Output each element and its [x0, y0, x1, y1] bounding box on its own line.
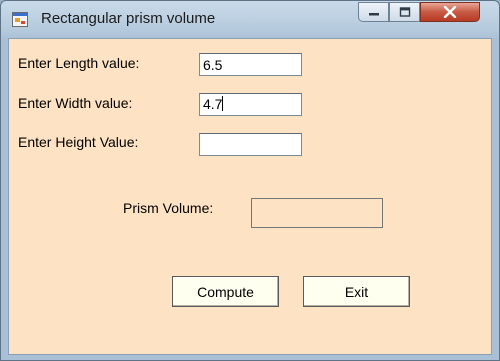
form-area: Enter Length value: Enter Width value: 4… — [8, 38, 492, 355]
volume-output — [251, 198, 383, 228]
width-input[interactable]: 4.7 — [199, 93, 302, 116]
close-button[interactable] — [420, 2, 480, 22]
app-window: Rectangular prism volume Enter Length va… — [0, 0, 500, 361]
maximize-icon — [399, 7, 410, 17]
minimize-button[interactable] — [358, 2, 389, 22]
text-caret — [222, 96, 224, 111]
width-input-value: 4.7 — [203, 96, 223, 112]
window-title: Rectangular prism volume — [41, 10, 216, 27]
height-label: Enter Height Value: — [18, 134, 139, 150]
volume-label: Prism Volume: — [123, 200, 214, 216]
length-input[interactable] — [199, 53, 302, 76]
exit-button[interactable]: Exit — [303, 276, 410, 307]
app-icon — [12, 12, 28, 27]
maximize-button[interactable] — [389, 2, 420, 22]
title-bar[interactable]: Rectangular prism volume — [1, 1, 499, 35]
width-label: Enter Width value: — [18, 95, 133, 111]
length-label: Enter Length value: — [18, 55, 140, 71]
compute-button[interactable]: Compute — [172, 276, 279, 307]
height-input[interactable] — [199, 133, 302, 156]
minimize-icon — [368, 13, 379, 16]
close-icon — [443, 6, 457, 18]
